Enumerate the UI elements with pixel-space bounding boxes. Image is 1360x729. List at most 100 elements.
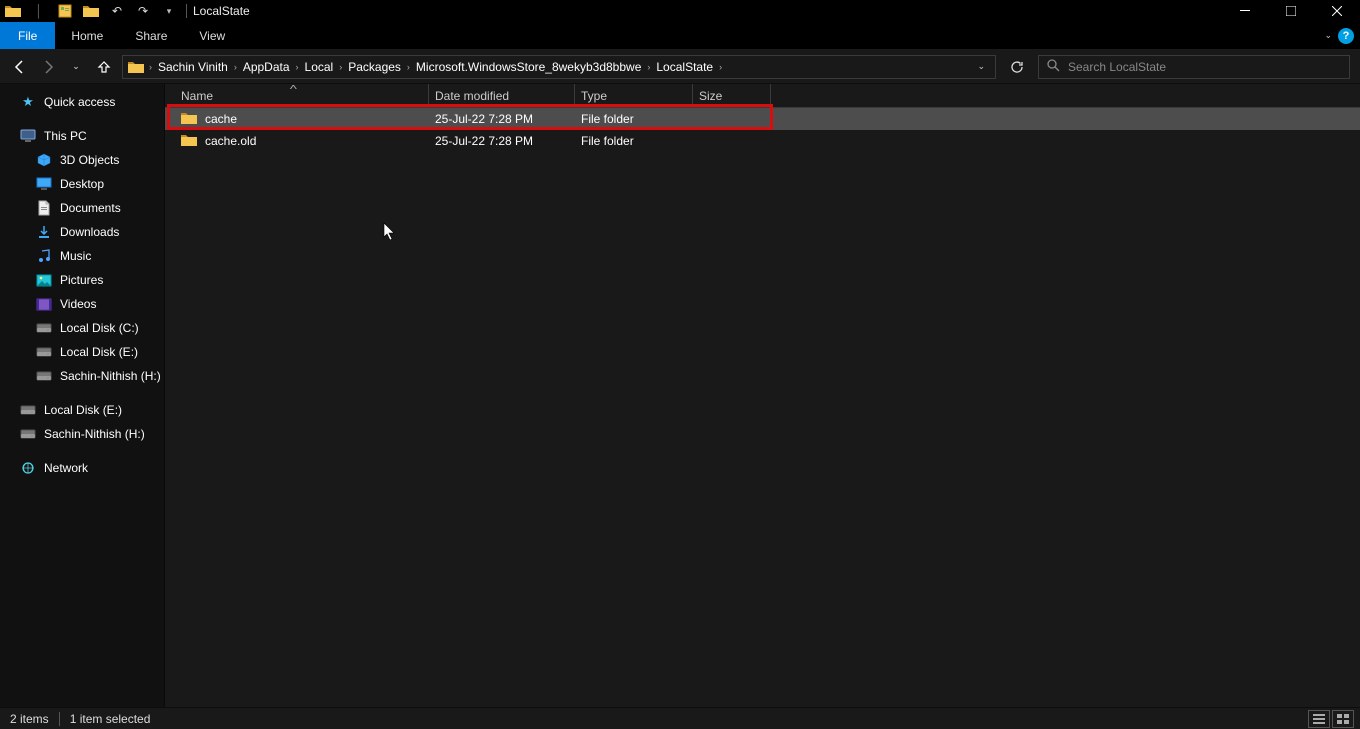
recent-locations-button[interactable]: ⌄ [66, 61, 86, 72]
back-button[interactable] [10, 59, 30, 75]
star-icon: ★ [20, 94, 36, 110]
cell-date: 25-Jul-22 7:28 PM [429, 112, 575, 126]
nav-label: Quick access [44, 95, 115, 109]
file-name: cache.old [205, 134, 256, 148]
crumb[interactable]: AppData [241, 60, 292, 74]
nav-item[interactable]: Local Disk (E:) [0, 398, 164, 422]
pic-icon [36, 272, 52, 288]
pc-icon [20, 128, 36, 144]
nav-item[interactable]: 3D Objects [0, 148, 164, 172]
column-name[interactable]: Name [175, 84, 429, 107]
tab-home[interactable]: Home [55, 22, 119, 49]
nav-item[interactable]: Local Disk (C:) [0, 316, 164, 340]
nav-item[interactable]: Desktop [0, 172, 164, 196]
title-separator [186, 4, 187, 18]
nav-label: Sachin-Nithish (H:) [60, 369, 161, 383]
rows: cache25-Jul-22 7:28 PMFile foldercache.o… [165, 108, 1360, 152]
drive-icon [36, 344, 52, 360]
nav-label: This PC [44, 129, 87, 143]
nav-label: Videos [60, 297, 96, 311]
chevron-right-icon[interactable]: › [717, 62, 724, 72]
nav-this-pc[interactable]: This PC [0, 124, 164, 148]
new-folder-icon[interactable] [80, 1, 102, 21]
maximize-button[interactable] [1268, 0, 1314, 22]
chevron-right-icon[interactable]: › [147, 62, 154, 72]
column-size[interactable]: Size [693, 84, 771, 107]
crumb[interactable]: Microsoft.WindowsStore_8wekyb3d8bbwe [414, 60, 643, 74]
chevron-right-icon[interactable]: › [337, 62, 344, 72]
folder-icon [127, 58, 145, 76]
nav-network[interactable]: Network [0, 456, 164, 480]
address-dropdown-icon[interactable]: ⌄ [977, 61, 985, 72]
search-box[interactable] [1038, 55, 1350, 79]
crumb[interactable]: Sachin Vinith [156, 60, 230, 74]
qat-sep-icon: │ [28, 1, 50, 21]
status-bar: 2 items 1 item selected [0, 707, 1360, 729]
chevron-right-icon[interactable]: › [232, 62, 239, 72]
nav-quick-access[interactable]: ★ Quick access [0, 90, 164, 114]
chevron-right-icon[interactable]: › [645, 62, 652, 72]
chevron-right-icon[interactable]: › [294, 62, 301, 72]
crumb[interactable]: LocalState [654, 60, 715, 74]
ribbon-tabs: File Home Share View ⌄ ? [0, 22, 1360, 50]
column-type[interactable]: Type [575, 84, 693, 107]
table-row[interactable]: cache.old25-Jul-22 7:28 PMFile folder [165, 130, 1360, 152]
nav-label: Downloads [60, 225, 119, 239]
tab-file[interactable]: File [0, 22, 55, 49]
folder-icon [181, 111, 197, 128]
table-row[interactable]: cache25-Jul-22 7:28 PMFile folder [165, 108, 1360, 130]
refresh-button[interactable] [1004, 55, 1030, 79]
redo-icon[interactable]: ↷ [132, 1, 154, 21]
view-large-icons-button[interactable] [1332, 710, 1354, 728]
properties-icon[interactable] [54, 1, 76, 21]
nav-label: 3D Objects [60, 153, 119, 167]
doc-icon [36, 200, 52, 216]
nav-item[interactable]: Downloads [0, 220, 164, 244]
navigation-pane[interactable]: ★ Quick access This PC 3D Objects Desktop… [0, 84, 165, 707]
nav-item[interactable]: Sachin-Nithish (H:) [0, 422, 164, 446]
column-date[interactable]: Date modified [429, 84, 575, 107]
close-button[interactable] [1314, 0, 1360, 22]
nav-label: Local Disk (E:) [60, 345, 138, 359]
nav-label: Sachin-Nithish (H:) [44, 427, 145, 441]
search-input[interactable] [1068, 60, 1341, 74]
chevron-right-icon[interactable]: › [405, 62, 412, 72]
tab-view[interactable]: View [183, 22, 241, 49]
cell-type: File folder [575, 134, 693, 148]
ribbon-expand-icon[interactable]: ⌄ [1324, 30, 1332, 41]
drive-icon [36, 320, 52, 336]
nav-item[interactable]: Sachin-Nithish (H:) [0, 364, 164, 388]
qat-dropdown-icon[interactable]: ▾ [158, 1, 180, 21]
cell-name: cache.old [175, 133, 429, 150]
up-button[interactable] [94, 60, 114, 74]
drive-icon [20, 402, 36, 418]
nav-label: Local Disk (C:) [60, 321, 139, 335]
nav-label: Network [44, 461, 88, 475]
nav-item[interactable]: Videos [0, 292, 164, 316]
help-icon[interactable]: ? [1338, 28, 1354, 44]
status-count: 2 items [10, 712, 49, 726]
crumb[interactable]: Packages [346, 60, 403, 74]
drive-icon [36, 368, 52, 384]
cursor-icon [383, 222, 397, 242]
file-list[interactable]: ˄ Name Date modified Type Size cache25-J… [165, 84, 1360, 707]
nav-item[interactable]: Music [0, 244, 164, 268]
nav-item[interactable]: Documents [0, 196, 164, 220]
crumb[interactable]: Local [303, 60, 336, 74]
window-title: LocalState [193, 4, 250, 18]
nav-item[interactable]: Local Disk (E:) [0, 340, 164, 364]
sort-indicator-icon: ˄ [289, 83, 297, 92]
status-separator [59, 712, 60, 726]
minimize-button[interactable] [1222, 0, 1268, 22]
cube-icon [36, 152, 52, 168]
forward-button[interactable] [38, 59, 58, 75]
undo-icon[interactable]: ↶ [106, 1, 128, 21]
nav-label: Documents [60, 201, 121, 215]
view-details-button[interactable] [1308, 710, 1330, 728]
quick-access-toolbar: │ ↶ ↷ ▾ [2, 1, 180, 21]
tab-share[interactable]: Share [119, 22, 183, 49]
breadcrumb[interactable]: › Sachin Vinith › AppData › Local › Pack… [122, 55, 996, 79]
nav-item[interactable]: Pictures [0, 268, 164, 292]
desktop-icon [36, 176, 52, 192]
column-headers: ˄ Name Date modified Type Size [165, 84, 1360, 108]
